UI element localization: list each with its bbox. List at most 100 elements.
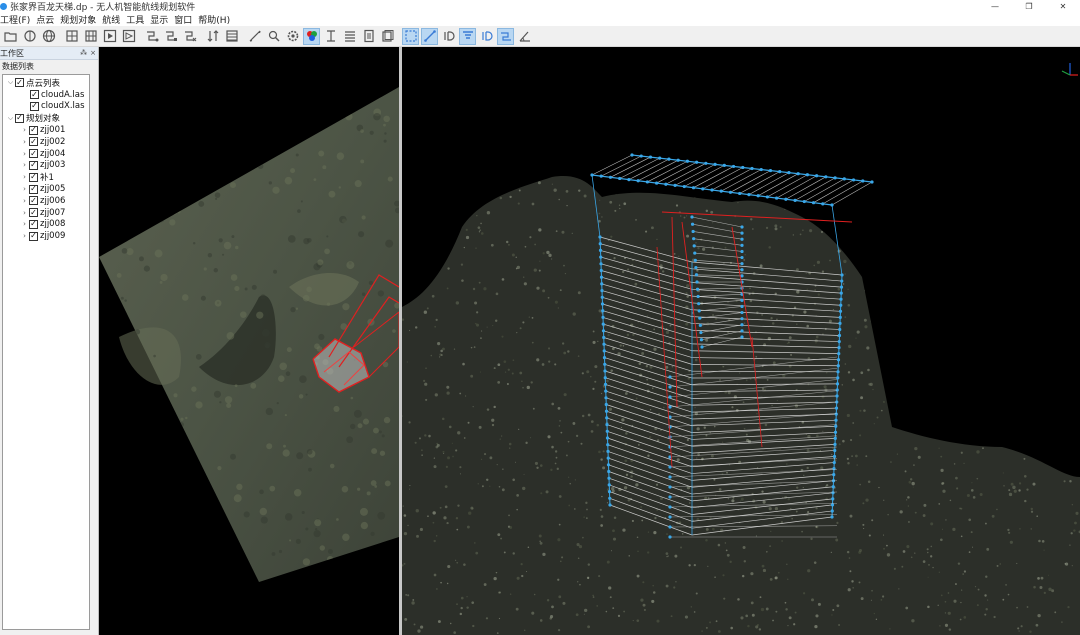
menu-project[interactable]: 工程(F) <box>0 13 33 26</box>
visibility-checkbox[interactable]: ✓ <box>29 137 38 147</box>
visibility-checkbox[interactable]: ✓ <box>29 208 38 218</box>
menu-routes[interactable]: 航线 <box>99 13 123 26</box>
visibility-checkbox[interactable]: ✓ <box>29 160 38 170</box>
window-title: 张家界百龙天梯.dp - 无人机智能航线规划软件 <box>10 2 196 13</box>
text-cursor-icon[interactable] <box>322 28 339 45</box>
panel-header: 工作区 ⁂ × <box>0 47 98 60</box>
visibility-checkbox[interactable]: ✓ <box>30 101 39 111</box>
panel-pin-button[interactable]: ⁂ <box>80 49 87 57</box>
menu-window[interactable]: 窗口 <box>171 13 195 26</box>
link-icon[interactable] <box>497 27 514 45</box>
menu-display[interactable]: 显示 <box>147 13 171 26</box>
point-cloud-icon[interactable] <box>21 28 38 45</box>
tree-item[interactable]: › ✓ zjj009 <box>3 230 89 242</box>
play-icon[interactable] <box>101 28 118 45</box>
tree-item[interactable]: ✓ cloudA.las <box>3 89 89 101</box>
axis-gizmo <box>1061 63 1078 76</box>
tree-group[interactable]: ⌵ ✓ 点云列表 <box>3 77 89 89</box>
tree-item[interactable]: ✓ cloudX.las <box>3 101 89 113</box>
tree-item-label: 补1 <box>40 173 54 184</box>
expand-icon[interactable]: › <box>20 173 29 181</box>
export-icon[interactable] <box>120 28 137 45</box>
tree-item[interactable]: › ✓ zjj003 <box>3 160 89 172</box>
collapse-icon[interactable]: ⌵ <box>6 78 15 87</box>
tree-item-label: zjj009 <box>40 231 66 242</box>
route-delete-icon[interactable] <box>181 28 198 45</box>
frame-icon[interactable] <box>63 28 80 45</box>
tree-item[interactable]: › ✓ zjj008 <box>3 219 89 231</box>
document-icon[interactable] <box>360 28 377 45</box>
tree-item[interactable]: › ✓ zjj006 <box>3 195 89 207</box>
visibility-checkbox[interactable]: ✓ <box>30 90 39 100</box>
pointcloud-3d-view[interactable] <box>402 47 1080 635</box>
tree-item-label: zjj004 <box>40 148 66 159</box>
menu-point-cloud[interactable]: 点云 <box>33 13 57 26</box>
expand-icon[interactable]: › <box>20 126 29 134</box>
expand-icon[interactable]: › <box>20 161 29 169</box>
tree-item[interactable]: › ✓ zjj002 <box>3 136 89 148</box>
menu-help[interactable]: 帮助(H) <box>195 13 233 26</box>
expand-icon[interactable]: › <box>20 232 29 240</box>
table-icon[interactable] <box>223 28 240 45</box>
tree-item[interactable]: › ✓ zjj001 <box>3 124 89 136</box>
title-bar: 张家界百龙天梯.dp - 无人机智能航线规划软件 — ❐ ✕ <box>0 0 1080 13</box>
close-button[interactable]: ✕ <box>1046 0 1080 12</box>
visibility-checkbox[interactable]: ✓ <box>29 125 38 135</box>
tree-item-label: zjj002 <box>40 136 66 147</box>
sort-icon[interactable] <box>204 28 221 45</box>
visibility-checkbox[interactable]: ✓ <box>29 184 38 194</box>
expand-icon[interactable]: › <box>20 209 29 217</box>
filter-icon[interactable] <box>459 27 476 45</box>
panel-close-button[interactable]: × <box>90 49 96 57</box>
visibility-checkbox[interactable]: ✓ <box>15 113 24 123</box>
minimize-button[interactable]: — <box>978 0 1012 12</box>
select-icon[interactable] <box>402 27 419 45</box>
expand-icon[interactable]: › <box>20 150 29 158</box>
layers-icon[interactable] <box>379 28 396 45</box>
ortho-canvas[interactable] <box>99 47 399 635</box>
visibility-checkbox[interactable]: ✓ <box>29 149 38 159</box>
expand-icon[interactable]: › <box>20 185 29 193</box>
visibility-checkbox[interactable]: ✓ <box>29 172 38 182</box>
line-icon[interactable] <box>421 27 438 45</box>
list-icon[interactable] <box>341 28 358 45</box>
visibility-checkbox[interactable]: ✓ <box>29 219 38 229</box>
menu-tools[interactable]: 工具 <box>123 13 147 26</box>
visibility-checkbox[interactable]: ✓ <box>29 196 38 206</box>
grid-icon[interactable] <box>82 28 99 45</box>
angle-icon[interactable] <box>516 28 533 45</box>
route-add-icon[interactable] <box>143 28 160 45</box>
expand-icon[interactable]: › <box>20 138 29 146</box>
expand-icon[interactable]: › <box>20 197 29 205</box>
menu-planning-objects[interactable]: 规划对象 <box>57 13 99 26</box>
maximize-button[interactable]: ❐ <box>1012 0 1046 12</box>
visibility-checkbox[interactable]: ✓ <box>29 231 38 241</box>
tree-item[interactable]: › ✓ 补1 <box>3 171 89 183</box>
expand-icon[interactable]: › <box>20 220 29 228</box>
visibility-checkbox[interactable]: ✓ <box>15 78 24 88</box>
collapse-icon[interactable]: ⌵ <box>6 114 15 123</box>
tree-item-label: zjj008 <box>40 219 66 230</box>
tree-item-label: zjj001 <box>40 125 66 136</box>
data-tree: ⌵ ✓ 点云列表 ✓ cloudA.las ✓ cloudX.las ⌵ ✓ 规划对象 › ✓ zjj0… <box>2 74 90 630</box>
menu-bar: 工程(F) 点云 规划对象 航线 工具 显示 窗口 帮助(H) <box>0 12 1080 26</box>
pointcloud-canvas[interactable] <box>402 47 1080 635</box>
toolbar <box>0 26 1080 47</box>
tree-item-label: cloudX.las <box>41 101 85 112</box>
open-folder-icon[interactable] <box>2 28 19 45</box>
data-list-tab[interactable]: 数据列表 <box>0 60 98 73</box>
measure-icon[interactable] <box>246 28 263 45</box>
tree-item[interactable]: › ✓ zjj005 <box>3 183 89 195</box>
id-icon[interactable] <box>440 28 457 45</box>
zoom-icon[interactable] <box>265 28 282 45</box>
globe-icon[interactable] <box>40 28 57 45</box>
color-icon[interactable] <box>303 27 320 45</box>
tree-item-label: 点云列表 <box>26 78 61 89</box>
ortho-view[interactable] <box>99 47 399 635</box>
id-alt-icon[interactable] <box>478 28 495 45</box>
route-edit-icon[interactable] <box>162 28 179 45</box>
settings-icon[interactable] <box>284 28 301 45</box>
tree-item[interactable]: › ✓ zjj004 <box>3 148 89 160</box>
tree-group[interactable]: ⌵ ✓ 规划对象 <box>3 112 89 124</box>
tree-item[interactable]: › ✓ zjj007 <box>3 207 89 219</box>
